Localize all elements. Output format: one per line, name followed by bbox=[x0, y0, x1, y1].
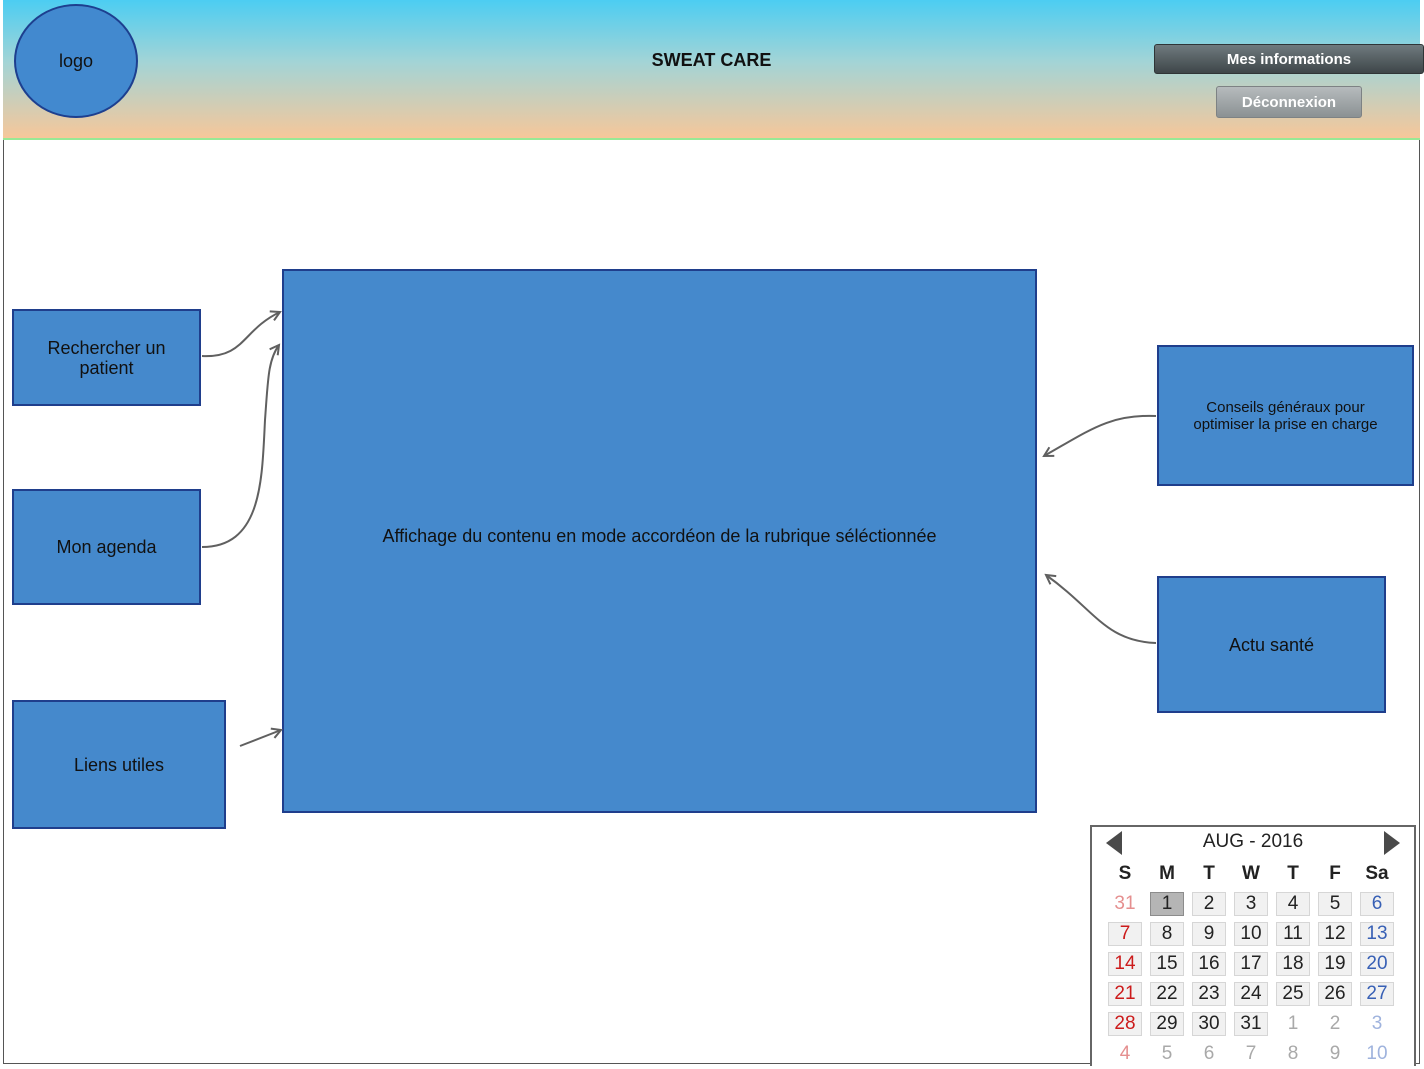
calendar-day[interactable]: 9 bbox=[1192, 922, 1226, 946]
calendar-week-row: 14 15 16 17 18 19 20 bbox=[1108, 949, 1402, 979]
calendar-day-other-month[interactable]: 1 bbox=[1276, 1012, 1310, 1036]
calendar-day-other-month[interactable]: 4 bbox=[1108, 1042, 1142, 1066]
calendar-day[interactable]: 28 bbox=[1108, 1012, 1142, 1036]
weekday-label: T bbox=[1203, 863, 1215, 884]
calendar-day[interactable]: 13 bbox=[1360, 922, 1394, 946]
weekday-header-row: S M T W T F Sa bbox=[1108, 859, 1402, 889]
calendar-day[interactable]: 7 bbox=[1108, 922, 1142, 946]
weekday-label: T bbox=[1287, 863, 1299, 884]
weekday-label: Sa bbox=[1365, 863, 1389, 884]
calendar-day[interactable]: 14 bbox=[1108, 952, 1142, 976]
calendar-day[interactable]: 29 bbox=[1150, 1012, 1184, 1036]
calendar-week-row: 4 5 6 7 8 9 10 bbox=[1108, 1039, 1402, 1069]
calendar-day-other-month[interactable]: 6 bbox=[1192, 1042, 1226, 1066]
calendar-day[interactable]: 12 bbox=[1318, 922, 1352, 946]
next-month-arrow-icon[interactable] bbox=[1384, 831, 1400, 855]
calendar-day[interactable]: 24 bbox=[1234, 982, 1268, 1006]
main-content-text: Affichage du contenu en mode accordéon d… bbox=[382, 526, 937, 546]
calendar-day[interactable]: 22 bbox=[1150, 982, 1184, 1006]
calendar-day-other-month[interactable]: 9 bbox=[1318, 1042, 1352, 1066]
general-advice-box[interactable]: Conseils généraux pour optimiser la pris… bbox=[1157, 345, 1414, 486]
calendar-day[interactable]: 18 bbox=[1276, 952, 1310, 976]
calendar-day[interactable]: 31 bbox=[1234, 1012, 1268, 1036]
header-bar: logo SWEAT CARE Mes informations Déconne… bbox=[3, 0, 1424, 140]
calendar-day[interactable]: 5 bbox=[1318, 892, 1352, 916]
calendar-day[interactable]: 20 bbox=[1360, 952, 1394, 976]
calendar-day[interactable]: 27 bbox=[1360, 982, 1394, 1006]
calendar-day[interactable]: 30 bbox=[1192, 1012, 1226, 1036]
calendar-day[interactable]: 8 bbox=[1150, 922, 1184, 946]
calendar-day-other-month[interactable]: 3 bbox=[1360, 1012, 1394, 1036]
calendar-day[interactable]: 25 bbox=[1276, 982, 1310, 1006]
calendar-week-row: 28 29 30 31 1 2 3 bbox=[1108, 1009, 1402, 1039]
calendar-day[interactable]: 26 bbox=[1318, 982, 1352, 1006]
calendar-day-other-month[interactable]: 8 bbox=[1276, 1042, 1310, 1066]
health-news-label: Actu santé bbox=[1228, 634, 1315, 655]
calendar-day[interactable]: 10 bbox=[1234, 922, 1268, 946]
calendar-header: AUG - 2016 bbox=[1092, 829, 1414, 855]
calendar-day[interactable]: 4 bbox=[1276, 892, 1310, 916]
calendar-month-title: AUG - 2016 bbox=[1202, 831, 1304, 852]
calendar-day-other-month[interactable]: 7 bbox=[1234, 1042, 1268, 1066]
calendar-widget: AUG - 2016 S M T W T F Sa 31 1 2 3 4 5 6 7 8 9 10 11 12 13 14… bbox=[1090, 825, 1416, 1066]
useful-links-box[interactable]: Liens utiles bbox=[12, 700, 226, 829]
weekday-label: F bbox=[1329, 863, 1341, 884]
calendar-week-row: 21 22 23 24 25 26 27 bbox=[1108, 979, 1402, 1009]
calendar-day[interactable]: 6 bbox=[1360, 892, 1394, 916]
calendar-day-other-month[interactable]: 2 bbox=[1318, 1012, 1352, 1036]
calendar-grid: S M T W T F Sa 31 1 2 3 4 5 6 7 8 9 10 11 12 13 14 15 16 17 18 19 2… bbox=[1108, 859, 1402, 1069]
calendar-day[interactable]: 16 bbox=[1192, 952, 1226, 976]
weekday-label: W bbox=[1242, 863, 1260, 884]
calendar-day[interactable]: 23 bbox=[1192, 982, 1226, 1006]
search-patient-box[interactable]: Rechercher un patient bbox=[12, 309, 201, 406]
calendar-day[interactable]: 19 bbox=[1318, 952, 1352, 976]
useful-links-label: Liens utiles bbox=[73, 754, 165, 775]
my-information-button[interactable]: Mes informations bbox=[1154, 44, 1424, 74]
calendar-week-row: 7 8 9 10 11 12 13 bbox=[1108, 919, 1402, 949]
general-advice-label: Conseils généraux pour optimiser la pris… bbox=[1193, 398, 1378, 433]
calendar-day[interactable]: 21 bbox=[1108, 982, 1142, 1006]
calendar-day-other-month[interactable]: 5 bbox=[1150, 1042, 1184, 1066]
weekday-label: S bbox=[1118, 863, 1132, 884]
weekday-label: M bbox=[1159, 863, 1175, 884]
calendar-day[interactable]: 11 bbox=[1276, 922, 1310, 946]
calendar-day[interactable]: 1 bbox=[1150, 892, 1184, 916]
calendar-day[interactable]: 2 bbox=[1192, 892, 1226, 916]
search-patient-label: Rechercher un patient bbox=[47, 337, 166, 378]
my-agenda-box[interactable]: Mon agenda bbox=[12, 489, 201, 605]
calendar-day-other-month[interactable]: 31 bbox=[1108, 892, 1142, 916]
calendar-day[interactable]: 17 bbox=[1234, 952, 1268, 976]
calendar-day[interactable]: 15 bbox=[1150, 952, 1184, 976]
calendar-day-other-month[interactable]: 10 bbox=[1360, 1042, 1394, 1066]
calendar-day[interactable]: 3 bbox=[1234, 892, 1268, 916]
calendar-week-row: 31 1 2 3 4 5 6 bbox=[1108, 889, 1402, 919]
main-content-panel: Affichage du contenu en mode accordéon d… bbox=[282, 269, 1037, 813]
my-agenda-label: Mon agenda bbox=[56, 537, 157, 557]
health-news-box[interactable]: Actu santé bbox=[1157, 576, 1386, 713]
logout-button[interactable]: Déconnexion bbox=[1216, 86, 1362, 118]
